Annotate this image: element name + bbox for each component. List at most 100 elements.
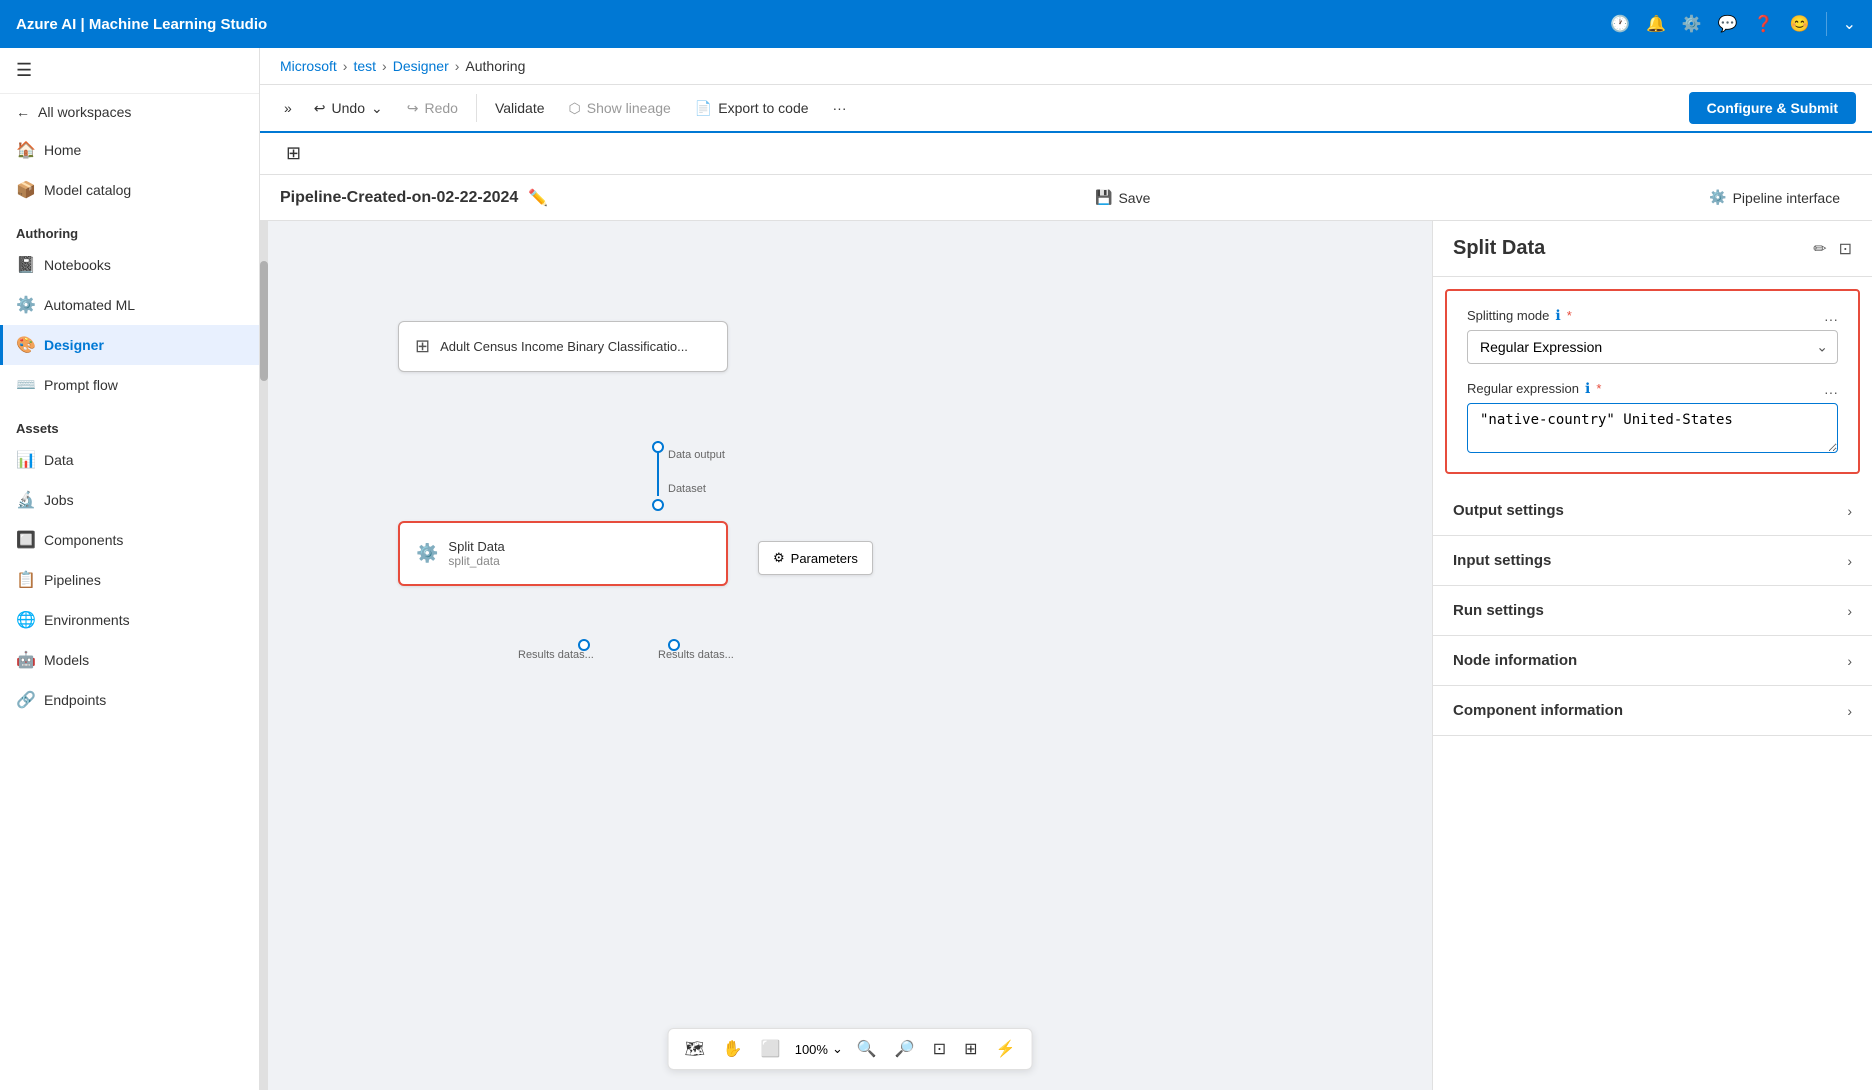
component-information-label: Component information <box>1453 702 1623 719</box>
workspace-container: ⊞ Adult Census Income Binary Classificat… <box>260 221 1872 1090</box>
models-icon: 🤖 <box>16 650 34 670</box>
split-data-node[interactable]: ⚙️ Split Data split_data <box>398 521 728 586</box>
redo-label: Redo <box>424 100 457 116</box>
input-settings-chevron-icon: › <box>1847 553 1852 569</box>
splitting-mode-select-wrapper: Regular Expression Split Rows Fold Assig… <box>1467 330 1838 364</box>
component-information-section[interactable]: Component information › <box>1433 686 1872 736</box>
run-settings-section[interactable]: Run settings › <box>1433 586 1872 636</box>
sidebar-item-designer[interactable]: 🎨 Designer <box>0 325 259 365</box>
topbar-icons: 🕐 🔔 ⚙️ 💬 ❓ 😊 ⌄ <box>1610 12 1856 36</box>
clock-icon[interactable]: 🕐 <box>1610 14 1630 34</box>
breadcrumb-designer[interactable]: Designer <box>393 58 449 74</box>
splitting-mode-select[interactable]: Regular Expression Split Rows Fold Assig… <box>1467 330 1838 364</box>
sidebar-item-home[interactable]: 🏠 Home <box>0 130 259 170</box>
sidebar-item-automated-ml[interactable]: ⚙️ Automated ML <box>0 285 259 325</box>
interface-label: Pipeline interface <box>1733 190 1840 206</box>
undo-button[interactable]: ↩ Undo ⌄ <box>304 94 393 123</box>
sidebar-item-prompt-flow[interactable]: ⌨️ Prompt flow <box>0 365 259 405</box>
validate-button[interactable]: Validate <box>485 94 555 122</box>
sidebar-item-endpoints[interactable]: 🔗 Endpoints <box>0 680 259 720</box>
sidebar-item-pipelines[interactable]: 📋 Pipelines <box>0 560 259 600</box>
sidebar-item-label: Designer <box>44 337 104 353</box>
save-button[interactable]: 💾 Save <box>1083 183 1162 212</box>
breadcrumb-test[interactable]: test <box>353 58 376 74</box>
back-label: All workspaces <box>38 104 131 120</box>
gear-icon[interactable]: ⚙️ <box>1682 14 1702 34</box>
validate-label: Validate <box>495 100 545 116</box>
sidebar-item-models[interactable]: 🤖 Models <box>0 640 259 680</box>
sidebar-item-label: Model catalog <box>44 182 131 198</box>
adult-census-output-dot[interactable] <box>652 441 664 453</box>
regular-expression-input[interactable]: "native-country" United-States <box>1467 403 1838 453</box>
node-information-chevron-icon: › <box>1847 653 1852 669</box>
sidebar-item-label: Data <box>44 452 74 468</box>
redo-button[interactable]: ↪ Redo <box>397 94 468 123</box>
edit-panel-icon[interactable]: ✏ <box>1813 239 1826 259</box>
sidebar-item-notebooks[interactable]: 📓 Notebooks <box>0 245 259 285</box>
splitting-mode-info-icon[interactable]: ℹ <box>1555 307 1560 324</box>
sidebar-item-data[interactable]: 📊 Data <box>0 440 259 480</box>
expand-panel-icon[interactable]: ⊡ <box>1839 239 1852 259</box>
sidebar-item-model-catalog[interactable]: 📦 Model catalog <box>0 170 259 210</box>
zoom-out-button[interactable]: 🔎 <box>891 1035 919 1063</box>
undo-label: Undo <box>332 100 365 116</box>
home-icon: 🏠 <box>16 140 34 160</box>
edit-pipeline-name-icon[interactable]: ✏️ <box>528 188 548 208</box>
regular-expression-info-icon[interactable]: ℹ <box>1585 380 1590 397</box>
right-panel: Split Data ✏ ⊡ Splitting mode ℹ * <box>1432 221 1872 1090</box>
output-settings-section[interactable]: Output settings › <box>1433 486 1872 536</box>
sidebar-item-components[interactable]: 🔲 Components <box>0 520 259 560</box>
configure-submit-button[interactable]: Configure & Submit <box>1689 92 1856 124</box>
canvas[interactable]: ⊞ Adult Census Income Binary Classificat… <box>268 221 1432 1090</box>
zoom-label: 100% <box>795 1042 828 1057</box>
grid-icon-button[interactable]: ⊞ <box>276 137 311 170</box>
flash-button[interactable]: ⚡ <box>992 1035 1020 1063</box>
zoom-in-button[interactable]: 🔍 <box>853 1035 881 1063</box>
toolbar-divider-1 <box>476 94 477 122</box>
split-data-title: Split Data <box>448 539 504 554</box>
pipeline-interface-button[interactable]: ⚙️ Pipeline interface <box>1697 183 1852 212</box>
export-to-code-button[interactable]: 📄 Export to code <box>685 94 819 123</box>
bell-icon[interactable]: 🔔 <box>1646 14 1666 34</box>
fit-view-button[interactable]: ⊡ <box>929 1035 950 1063</box>
input-settings-label: Input settings <box>1453 552 1551 569</box>
sidebar-toggle[interactable]: ☰ <box>0 48 259 94</box>
expand-button[interactable]: » <box>276 94 300 122</box>
more-button[interactable]: ··· <box>823 94 857 122</box>
panel-header: Split Data ✏ ⊡ <box>1433 221 1872 277</box>
splitting-mode-text: Splitting mode <box>1467 308 1549 323</box>
panel-title: Split Data <box>1453 237 1545 260</box>
zoom-chevron-icon: ⌄ <box>832 1041 843 1057</box>
node-information-section[interactable]: Node information › <box>1433 636 1872 686</box>
sidebar-item-label: Notebooks <box>44 257 111 273</box>
sidebar-item-environments[interactable]: 🌐 Environments <box>0 600 259 640</box>
splitting-mode-more-icon[interactable]: ··· <box>1824 311 1838 327</box>
input-settings-section[interactable]: Input settings › <box>1433 536 1872 586</box>
pipeline-subtoolbar: ⊞ <box>260 133 1872 175</box>
help-icon[interactable]: ❓ <box>1754 14 1774 34</box>
breadcrumb-microsoft[interactable]: Microsoft <box>280 58 337 74</box>
user-icon[interactable]: 😊 <box>1790 14 1810 34</box>
show-lineage-label: Show lineage <box>587 100 671 116</box>
pan-button[interactable]: ✋ <box>719 1035 747 1063</box>
sidebar: ☰ ← All workspaces 🏠 Home 📦 Model catalo… <box>0 48 260 1090</box>
regular-expression-more-icon[interactable]: ··· <box>1824 384 1838 400</box>
feedback-icon[interactable]: 💬 <box>1718 14 1738 34</box>
select-button[interactable]: ⬜ <box>757 1035 785 1063</box>
show-lineage-button[interactable]: ⬡ Show lineage <box>559 94 681 123</box>
adult-census-node[interactable]: ⊞ Adult Census Income Binary Classificat… <box>398 321 728 372</box>
chevron-down-icon[interactable]: ⌄ <box>1843 14 1856 34</box>
app-title: Azure AI | Machine Learning Studio <box>16 16 1598 33</box>
split-data-input-dot[interactable] <box>652 499 664 511</box>
zoom-level[interactable]: 100% ⌄ <box>795 1041 843 1057</box>
dataset-label: Dataset <box>668 483 706 495</box>
data-icon: 📊 <box>16 450 34 470</box>
back-button[interactable]: ← All workspaces <box>0 94 259 130</box>
navigator-button[interactable]: 🗺 <box>681 1035 709 1063</box>
sidebar-item-jobs[interactable]: 🔬 Jobs <box>0 480 259 520</box>
layout-button[interactable]: ⊞ <box>960 1035 981 1063</box>
pipeline-name: Pipeline-Created-on-02-22-2024 <box>280 189 518 207</box>
model-catalog-icon: 📦 <box>16 180 34 200</box>
scroll-hint[interactable] <box>260 221 268 1090</box>
parameters-button[interactable]: ⚙ Parameters <box>758 541 873 575</box>
